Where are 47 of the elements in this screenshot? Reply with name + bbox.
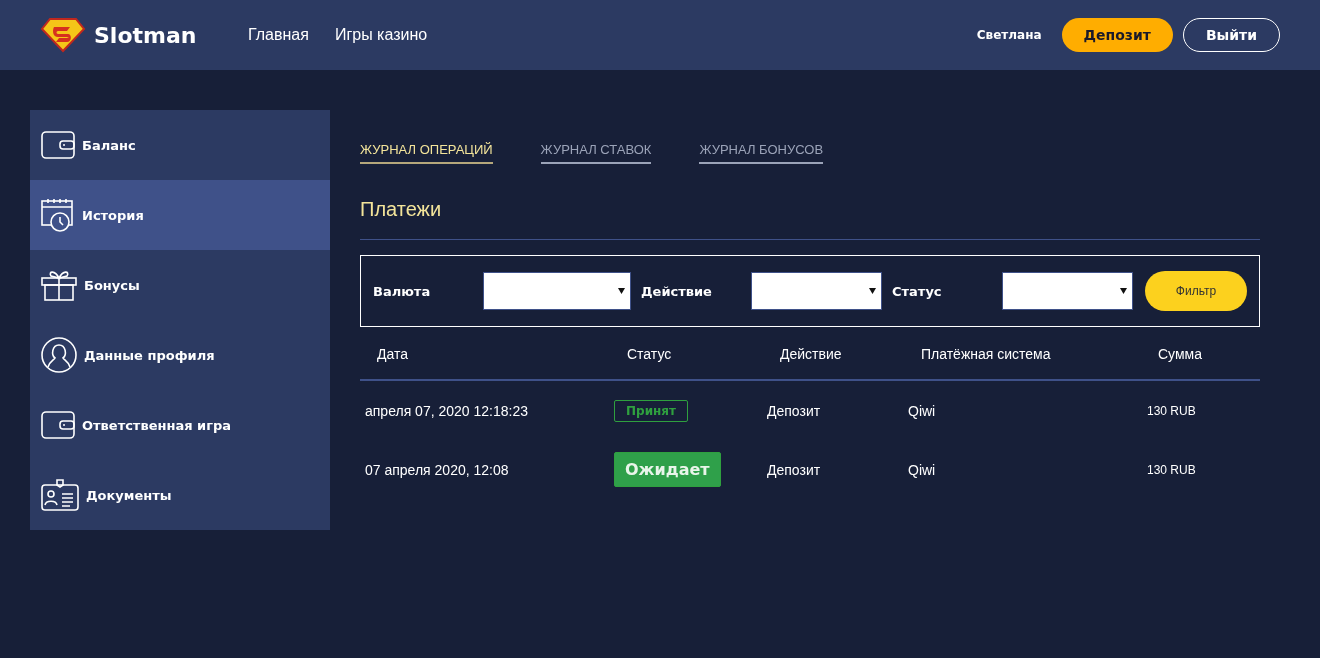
tab[interactable]: ЖУРНАЛ БОНУСОВ: [699, 142, 824, 164]
nav-link[interactable]: Главная: [248, 26, 309, 44]
diamond-logo-icon: [40, 17, 86, 53]
table-cell-text: 130 RUB: [1147, 403, 1197, 418]
column-header: Платёжная система: [920, 346, 1052, 362]
sidebar-item[interactable]: История: [30, 180, 330, 250]
filter-label: Действие: [641, 283, 713, 299]
dropdown[interactable]: [1002, 272, 1133, 310]
table-cell-text: 130 RUB: [1147, 462, 1197, 477]
table-cell-text: Qiwi: [908, 402, 937, 419]
status-badge: Принят: [614, 399, 688, 422]
sidebar-item[interactable]: Документы: [30, 460, 330, 530]
column-header: Дата: [376, 346, 409, 362]
column-header: Статус: [626, 346, 673, 362]
section-title: Платежи: [360, 164, 1260, 240]
wallet-icon: [40, 130, 76, 160]
table-cell-text: Qiwi: [908, 461, 937, 478]
sidebar-item[interactable]: Баланс: [30, 110, 330, 180]
brand-name: Slotman: [94, 22, 197, 48]
caret-down-icon: [869, 288, 876, 294]
filter-label: Статус: [892, 283, 943, 299]
dropdown[interactable]: [483, 272, 631, 310]
id-card-icon: [40, 478, 80, 512]
table-cell-text: Депозит: [767, 402, 822, 419]
nav-link[interactable]: Игры казино: [334, 26, 428, 44]
deposit-button[interactable]: Депозит: [1061, 18, 1173, 52]
user-name: Светлана: [976, 28, 1042, 42]
sidebar-item[interactable]: Данные профиля: [30, 320, 330, 390]
column-header: Сумма: [1157, 346, 1203, 362]
sidebar-item[interactable]: Бонусы: [30, 250, 330, 320]
table-cell-text: 07 апреля 2020, 12:08: [364, 461, 510, 478]
table-cell-text: Депозит: [767, 461, 822, 478]
wallet-icon: [40, 410, 76, 440]
filter-label: Валюта: [373, 283, 432, 299]
tab[interactable]: ЖУРНАЛ СТАВОК: [540, 142, 652, 164]
tab[interactable]: ЖУРНАЛ ОПЕРАЦИЙ: [360, 142, 493, 164]
gift-icon: [40, 268, 78, 302]
dropdown[interactable]: [751, 272, 882, 310]
sidebar-item[interactable]: Ответственная игра: [30, 390, 330, 460]
calendar-clock-icon: [40, 197, 76, 233]
filter-button[interactable]: Фильтр: [1145, 271, 1247, 311]
status-badge: Ожидает: [614, 452, 721, 487]
column-header: Действие: [779, 346, 843, 362]
caret-down-icon: [1120, 288, 1127, 294]
caret-down-icon: [618, 288, 625, 294]
table-cell-text: апреля 07, 2020 12:18:23: [364, 402, 529, 419]
user-icon: [40, 336, 78, 374]
